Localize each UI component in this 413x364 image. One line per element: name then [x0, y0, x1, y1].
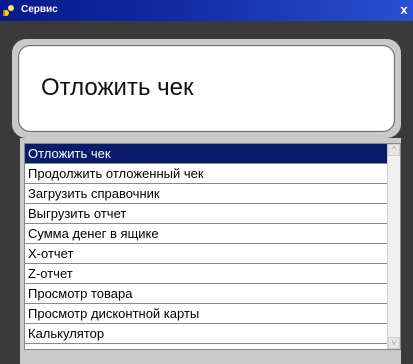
- title-bar[interactable]: Сервис x: [0, 0, 413, 21]
- content-panel: Отложить чек Отложить чек Продолжить отло…: [0, 21, 413, 364]
- window-title: Сервис: [21, 4, 58, 15]
- list-frame: Отложить чек Продолжить отложенный чек Заг…: [20, 138, 401, 364]
- list-item[interactable]: Просмотр дисконтной карты: [25, 304, 389, 324]
- service-window: Сервис x Отложить чек Отложить чек Продол…: [0, 0, 413, 364]
- app-icon: [2, 3, 16, 17]
- list-item[interactable]: Просмотр товара: [25, 284, 389, 304]
- list-item[interactable]: X-отчет: [25, 244, 389, 264]
- list-item[interactable]: Загрузить справочник: [25, 184, 389, 204]
- list-item[interactable]: Выгрузить отчет: [25, 204, 389, 224]
- service-menu-list[interactable]: Отложить чек Продолжить отложенный чек Заг…: [24, 143, 401, 350]
- list-item[interactable]: Сумма денег в ящике: [25, 224, 389, 244]
- header-panel: Отложить чек: [12, 39, 401, 138]
- vertical-scrollbar[interactable]: ^ v: [387, 144, 400, 349]
- header-display: Отложить чек: [18, 45, 395, 132]
- close-button[interactable]: x: [397, 2, 411, 18]
- list-item[interactable]: Продолжить отложенный чек: [25, 164, 389, 184]
- scroll-up-button[interactable]: ^: [388, 144, 400, 156]
- list-item[interactable]: Отложить чек: [25, 144, 389, 164]
- list-item[interactable]: Калькулятор: [25, 324, 389, 344]
- selected-action-title: Отложить чек: [41, 74, 194, 101]
- list-items: Отложить чек Продолжить отложенный чек Заг…: [25, 144, 389, 349]
- scroll-down-button[interactable]: v: [388, 337, 400, 349]
- list-item[interactable]: Z-отчет: [25, 264, 389, 284]
